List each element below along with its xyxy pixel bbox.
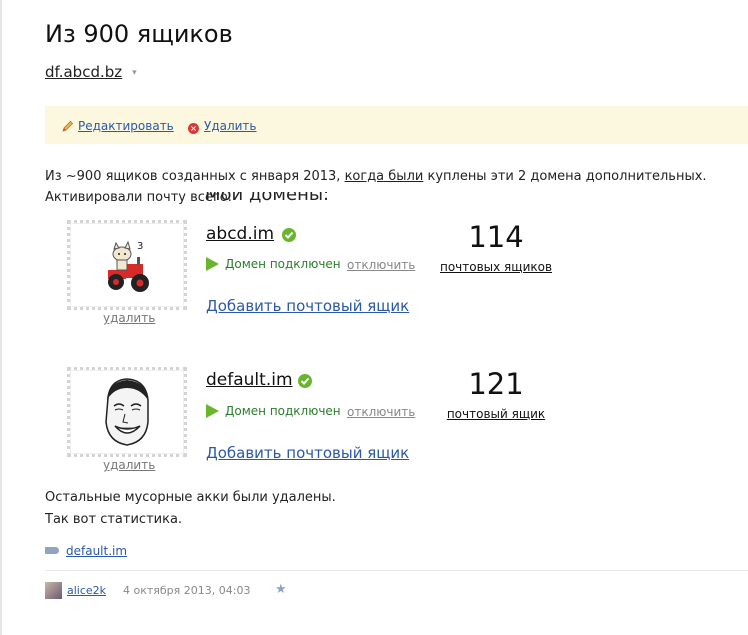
post-toolbar: Редактировать × Удалить bbox=[45, 106, 748, 144]
domain-status-label: Домен подключен bbox=[225, 257, 341, 271]
domain-logo-frame bbox=[67, 367, 187, 457]
tag-list: default.im bbox=[45, 544, 127, 558]
domain-name-link[interactable]: default.im bbox=[206, 370, 293, 390]
outro-line2: Так вот статистика. bbox=[45, 512, 183, 527]
tractor-cat-icon: 3 bbox=[108, 240, 149, 292]
intro-before: Из ~900 ящиков созданных с января 2013, bbox=[45, 169, 345, 184]
intro-link[interactable]: когда были bbox=[345, 169, 424, 184]
intro-line2: Активировали почту всего. bbox=[45, 190, 232, 205]
delete-action: × Удалить bbox=[188, 119, 257, 134]
mailbox-count: 114 bbox=[468, 220, 524, 254]
mailbox-count-label[interactable]: почтовый ящик bbox=[426, 407, 566, 421]
mailbox-count: 121 bbox=[468, 367, 524, 401]
domains-heading: Мои домены: bbox=[205, 192, 330, 205]
remove-domain-button[interactable]: удалить bbox=[103, 458, 155, 472]
delete-button[interactable]: Удалить bbox=[204, 119, 257, 133]
tag-link[interactable]: default.im bbox=[66, 544, 127, 558]
intro-text: Из ~900 ящиков созданных с января 2013, … bbox=[45, 166, 725, 208]
pencil-icon bbox=[62, 120, 74, 132]
svg-text:3: 3 bbox=[137, 241, 143, 252]
verified-icon bbox=[298, 374, 312, 388]
play-icon bbox=[206, 404, 219, 418]
add-mailbox-button[interactable]: Добавить почтовый ящик bbox=[206, 297, 409, 315]
disconnect-button[interactable]: отключить bbox=[347, 258, 415, 272]
domains-heading-clipped: Мои домены: bbox=[205, 192, 365, 206]
avatar[interactable] bbox=[45, 582, 62, 599]
post-date: 4 октября 2013, 04:03 bbox=[123, 584, 251, 597]
outro-text: Остальные мусорные акки были удалены. Та… bbox=[45, 487, 336, 531]
edit-button[interactable]: Редактировать bbox=[78, 119, 174, 133]
domain-name-link[interactable]: abcd.im bbox=[206, 224, 274, 244]
star-icon[interactable]: ★ bbox=[275, 582, 287, 597]
domain-logo-frame: 3 bbox=[67, 220, 187, 310]
domain-status-label: Домен подключен bbox=[225, 404, 341, 418]
delete-icon: × bbox=[188, 123, 199, 134]
author-link[interactable]: alice2k bbox=[67, 584, 106, 597]
blog-line: df.abcd.bz ▾ bbox=[45, 63, 137, 81]
tag-icon bbox=[45, 547, 59, 554]
chevron-down-icon[interactable]: ▾ bbox=[132, 68, 137, 78]
meme-face-icon bbox=[105, 378, 149, 446]
add-mailbox-button[interactable]: Добавить почтовый ящик bbox=[206, 444, 409, 462]
mailbox-count-label[interactable]: почтовых ящиков bbox=[426, 260, 566, 274]
outro-line1: Остальные мусорные акки были удалены. bbox=[45, 490, 336, 505]
blog-link[interactable]: df.abcd.bz bbox=[45, 63, 122, 81]
domain-status: Домен подключен bbox=[206, 257, 341, 271]
play-icon bbox=[206, 257, 219, 271]
intro-after: куплены эти 2 домена дополнительных. bbox=[423, 169, 707, 184]
domain-status: Домен подключен bbox=[206, 404, 341, 418]
remove-domain-button[interactable]: удалить bbox=[103, 311, 155, 325]
edit-action: Редактировать bbox=[62, 119, 174, 133]
disconnect-button[interactable]: отключить bbox=[347, 405, 415, 419]
footer-divider bbox=[45, 570, 748, 571]
left-border bbox=[0, 0, 2, 635]
verified-icon bbox=[282, 228, 296, 242]
post-title: Из 900 ящиков bbox=[45, 20, 233, 48]
